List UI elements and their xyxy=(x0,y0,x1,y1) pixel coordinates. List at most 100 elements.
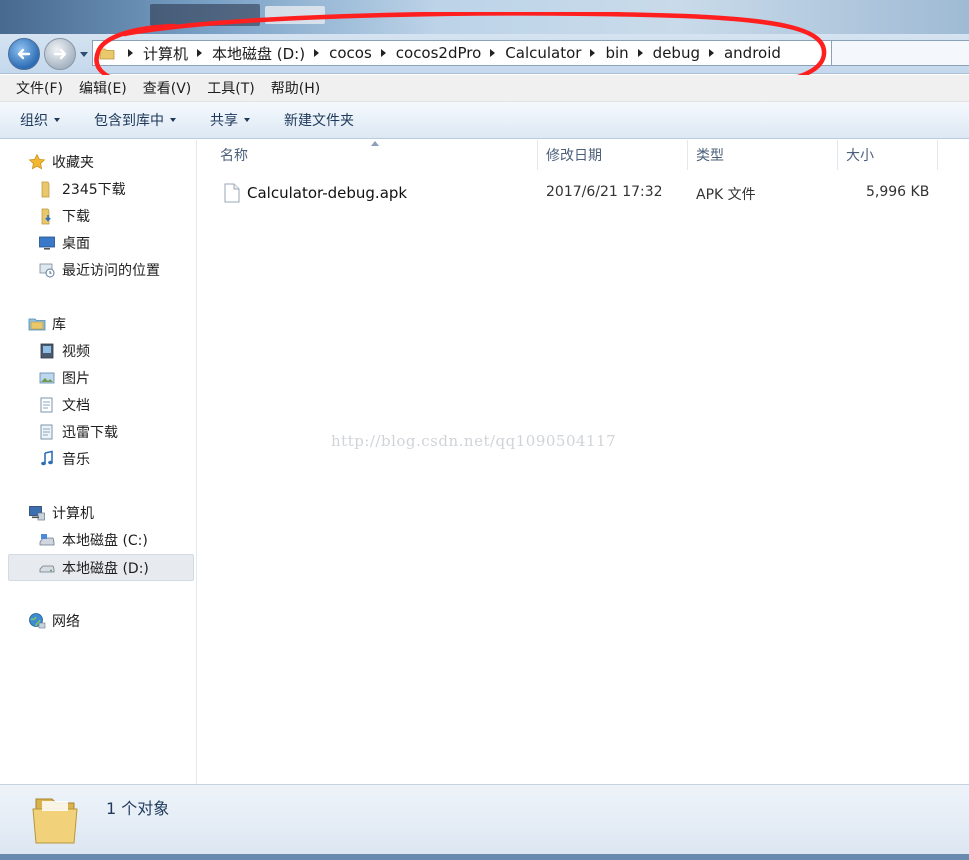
column-label: 类型 xyxy=(696,148,724,164)
nav-label: 本地磁盘 (D:) xyxy=(62,560,149,577)
folder-icon xyxy=(99,48,115,60)
organize-button[interactable]: 组织 xyxy=(20,110,60,130)
menu-file[interactable]: 文件(F) xyxy=(8,78,71,98)
breadcrumb-separator-icon[interactable] xyxy=(314,49,320,57)
system-drive-icon xyxy=(38,531,56,549)
new-folder-button[interactable]: 新建文件夹 xyxy=(284,110,354,130)
navigation-pane: 收藏夹 2345下载 下载 桌面 最近访问的位置 库 视频 图片 文档 迅雷下载… xyxy=(0,140,197,784)
desktop-icon xyxy=(38,234,56,252)
recent-pages-dropdown-icon[interactable] xyxy=(78,48,90,60)
nav-label: 最近访问的位置 xyxy=(62,263,160,279)
forward-button[interactable] xyxy=(44,38,76,70)
breadcrumb-separator-icon[interactable] xyxy=(590,49,596,57)
nav-music[interactable]: 音乐 xyxy=(38,447,90,471)
file-modified: 2017/6/21 17:32 xyxy=(546,184,663,200)
arrow-left-icon xyxy=(17,48,31,60)
file-list-pane: 名称 修改日期 类型 大小 Calculator-debug.apk 2017/… xyxy=(198,140,969,784)
chevron-down-icon xyxy=(170,118,176,122)
chevron-down-icon xyxy=(244,118,250,122)
thunder-library-icon xyxy=(38,423,56,441)
breadcrumb-item[interactable]: cocos xyxy=(329,44,372,62)
nav-label: 库 xyxy=(52,317,66,333)
address-bar-extension xyxy=(832,40,969,66)
folder-icon xyxy=(38,180,56,198)
nav-label: 网络 xyxy=(52,614,80,630)
downloads-folder-icon xyxy=(38,207,56,225)
breadcrumb-item[interactable]: Calculator xyxy=(505,44,581,62)
details-pane: 1 个对象 xyxy=(0,784,969,854)
video-library-icon xyxy=(38,342,56,360)
drive-icon xyxy=(38,559,56,577)
computer-icon xyxy=(28,504,46,522)
library-icon xyxy=(28,315,46,333)
nav-favorites[interactable]: 收藏夹 xyxy=(28,150,94,174)
breadcrumb-item[interactable]: debug xyxy=(653,44,700,62)
nav-2345-downloads[interactable]: 2345下载 xyxy=(38,177,126,201)
breadcrumb-item[interactable]: 本地磁盘 (D:) xyxy=(212,43,305,64)
breadcrumb-item[interactable]: bin xyxy=(605,44,628,62)
new-folder-label: 新建文件夹 xyxy=(284,113,354,129)
recent-places-icon xyxy=(38,261,56,279)
menu-help[interactable]: 帮助(H) xyxy=(263,78,328,98)
file-type: APK 文件 xyxy=(696,187,756,203)
back-button[interactable] xyxy=(8,38,40,70)
menu-tools[interactable]: 工具(T) xyxy=(199,78,262,98)
nav-label: 2345下载 xyxy=(62,182,126,198)
nav-videos[interactable]: 视频 xyxy=(38,339,90,363)
column-header-modified[interactable]: 修改日期 xyxy=(538,140,688,170)
nav-computer[interactable]: 计算机 xyxy=(28,501,94,525)
nav-network[interactable]: 网络 xyxy=(28,609,80,633)
nav-libraries[interactable]: 库 xyxy=(28,312,66,336)
address-bar[interactable]: 计算机 本地磁盘 (D:) cocos cocos2dPro Calculato… xyxy=(92,40,832,66)
include-in-library-button[interactable]: 包含到库中 xyxy=(94,110,176,130)
nav-label: 计算机 xyxy=(52,506,94,522)
folder-icon xyxy=(32,798,78,844)
breadcrumb-separator-icon[interactable] xyxy=(380,49,386,57)
include-library-label: 包含到库中 xyxy=(94,113,164,129)
nav-thunder-downloads[interactable]: 迅雷下载 xyxy=(38,420,118,444)
breadcrumb-separator-icon[interactable] xyxy=(197,49,203,57)
menu-view[interactable]: 查看(V) xyxy=(135,78,200,98)
nav-label: 收藏夹 xyxy=(52,155,94,171)
network-icon xyxy=(28,612,46,630)
chevron-down-icon xyxy=(54,118,60,122)
nav-desktop[interactable]: 桌面 xyxy=(38,231,90,255)
column-header-size[interactable]: 大小 xyxy=(838,140,938,170)
file-row[interactable]: Calculator-debug.apk 2017/6/21 17:32 APK… xyxy=(218,180,958,206)
pictures-library-icon xyxy=(38,369,56,387)
breadcrumb-separator-icon xyxy=(128,49,133,57)
watermark: http://blog.csdn.net/qq1090504117 xyxy=(331,432,617,450)
arrow-right-icon xyxy=(53,48,67,60)
star-icon xyxy=(28,153,46,171)
nav-documents[interactable]: 文档 xyxy=(38,393,90,417)
share-button[interactable]: 共享 xyxy=(210,110,250,130)
nav-label: 本地磁盘 (C:) xyxy=(62,533,148,549)
nav-label: 视频 xyxy=(62,344,90,360)
item-count: 1 个对象 xyxy=(106,799,170,818)
nav-drive-d[interactable]: 本地磁盘 (D:) xyxy=(8,554,194,581)
breadcrumb-separator-icon[interactable] xyxy=(637,49,643,57)
command-toolbar: 组织 包含到库中 共享 新建文件夹 xyxy=(0,102,969,139)
breadcrumb-item[interactable]: 计算机 xyxy=(143,43,188,64)
nav-downloads[interactable]: 下载 xyxy=(38,204,90,228)
nav-label: 下载 xyxy=(62,209,90,225)
music-library-icon xyxy=(38,450,56,468)
breadcrumb-separator-icon[interactable] xyxy=(708,49,714,57)
breadcrumb-separator-icon[interactable] xyxy=(490,49,496,57)
file-size: 5,996 KB xyxy=(866,184,930,200)
nav-label: 桌面 xyxy=(62,236,90,252)
breadcrumb: 计算机 本地磁盘 (D:) cocos cocos2dPro Calculato… xyxy=(119,43,781,64)
file-name: Calculator-debug.apk xyxy=(247,184,408,202)
nav-pictures[interactable]: 图片 xyxy=(38,366,90,390)
breadcrumb-item[interactable]: cocos2dPro xyxy=(396,44,482,62)
column-header-type[interactable]: 类型 xyxy=(688,140,838,170)
column-header-name[interactable]: 名称 xyxy=(212,140,538,170)
nav-recent-places[interactable]: 最近访问的位置 xyxy=(38,258,160,282)
column-label: 修改日期 xyxy=(546,148,602,164)
menu-edit[interactable]: 编辑(E) xyxy=(71,78,135,98)
breadcrumb-item[interactable]: android xyxy=(724,44,781,62)
column-label: 名称 xyxy=(220,148,248,164)
nav-label: 图片 xyxy=(62,371,90,387)
background-window-fragment xyxy=(150,4,260,26)
nav-drive-c[interactable]: 本地磁盘 (C:) xyxy=(38,528,148,552)
